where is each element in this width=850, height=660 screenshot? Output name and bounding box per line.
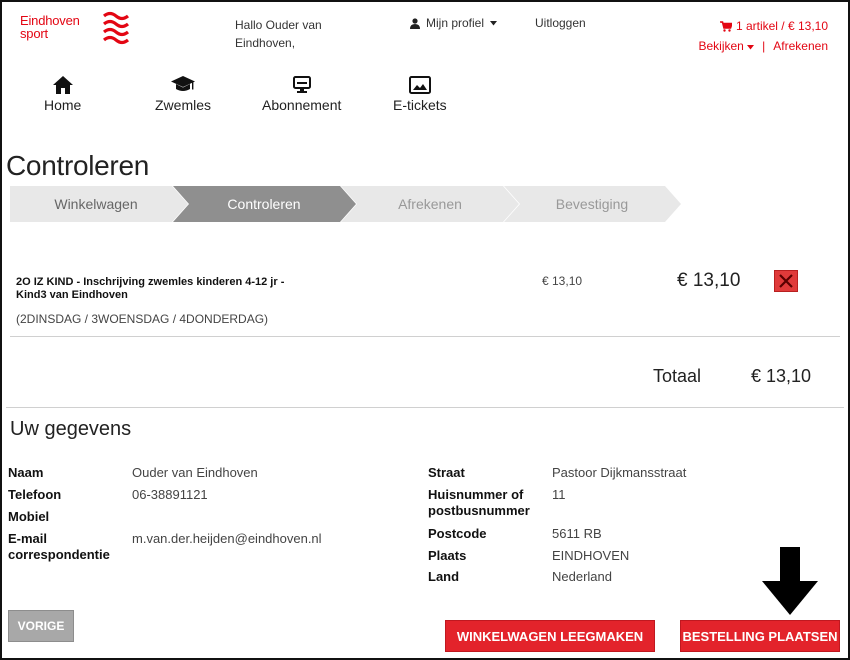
separator: | — [762, 39, 766, 53]
monitor-icon — [292, 76, 311, 93]
telefoon-label: Telefoon — [8, 487, 62, 502]
previous-button[interactable]: VORIGE — [8, 610, 74, 642]
item-unit-price: € 13,10 — [542, 274, 583, 288]
huisnummer-label: Huisnummer of postbusnummer — [428, 487, 530, 518]
total-label: Totaal — [653, 366, 702, 386]
cart-view-link[interactable]: Bekijken — [698, 36, 755, 56]
image-icon — [408, 76, 431, 94]
land-value: Nederland — [552, 569, 612, 584]
item-line-total: € 13,10 — [677, 270, 741, 291]
page-title: Controleren — [6, 150, 150, 181]
nav-abonnement[interactable]: Abonnement — [262, 76, 341, 113]
step-controleren: Controleren — [227, 196, 301, 212]
total-value: € 13,10 — [751, 366, 812, 386]
details-title: Uw gegevens — [10, 418, 132, 440]
straat-label: Straat — [428, 465, 465, 480]
telefoon-value: 06-38891121 — [132, 487, 208, 502]
nav-zwemles[interactable]: Zwemles — [155, 76, 211, 113]
naam-value: Ouder van Eindhoven — [132, 465, 258, 480]
place-order-button[interactable]: BESTELLING PLAATSEN — [680, 620, 840, 652]
item-title: 2O IZ KIND - Inschrijving zwemles kinder… — [16, 276, 285, 301]
nav-home[interactable]: Home — [44, 76, 81, 113]
greeting-text: Hallo Ouder van Eindhoven, — [235, 18, 322, 50]
cart-checkout-link[interactable]: Afrekenen — [773, 36, 828, 56]
nav-etickets-label: E-tickets — [393, 97, 447, 113]
cart-widget: 1 artikel / € 13,10 Bekijken | Afrekenen — [698, 16, 828, 56]
brand-wave-icon — [103, 11, 129, 45]
user-icon — [410, 17, 420, 29]
logout-link[interactable]: Uitloggen — [535, 16, 586, 30]
arrow-down-icon — [762, 547, 818, 615]
postcode-label: Postcode — [428, 526, 487, 541]
step-bevestiging: Bevestiging — [555, 196, 629, 212]
postcode-value: 5611 RB — [552, 526, 602, 541]
mobiel-label: Mobiel — [8, 509, 50, 524]
profile-menu[interactable]: Mijn profiel — [410, 16, 498, 30]
item-subtitle: (2DINSDAG / 3WOENSDAG / 4DONDERDAG) — [16, 312, 269, 326]
cart-icon — [719, 20, 732, 32]
cart-summary[interactable]: 1 artikel / € 13,10 — [736, 16, 828, 36]
divider — [6, 407, 844, 408]
straat-value: Pastoor Dijkmansstraat — [552, 465, 687, 480]
nav-home-label: Home — [44, 97, 82, 113]
brand-logo[interactable]: Eindhoven sport — [20, 14, 80, 40]
nav-abonnement-label: Abonnement — [262, 97, 342, 113]
remove-item-button[interactable] — [774, 270, 798, 292]
divider — [10, 336, 840, 337]
email-label: E-mail correspondentie — [8, 531, 110, 562]
graduation-cap-icon — [171, 76, 195, 91]
home-icon — [52, 76, 73, 94]
caret-down-icon — [747, 45, 755, 50]
close-icon — [779, 274, 793, 288]
step-afrekenen: Afrekenen — [398, 196, 462, 212]
plaats-label: Plaats — [428, 548, 467, 563]
checkout-steps: Winkelwagen Controleren Afrekenen Bevest… — [10, 186, 690, 222]
nav-zwemles-label: Zwemles — [155, 97, 212, 113]
nav-etickets[interactable]: E-tickets — [393, 76, 447, 113]
plaats-value: EINDHOVEN — [552, 548, 630, 563]
clear-cart-button[interactable]: WINKELWAGEN LEEGMAKEN — [445, 620, 655, 652]
email-value: m.van.der.heijden@eindhoven.nl — [132, 531, 322, 546]
huisnummer-value: 11 — [552, 487, 566, 502]
step-winkelwagen[interactable]: Winkelwagen — [10, 186, 182, 222]
land-label: Land — [428, 569, 460, 584]
profile-label: Mijn profiel — [426, 16, 485, 30]
caret-down-icon — [490, 20, 498, 25]
naam-label: Naam — [8, 465, 44, 480]
cart-view-label: Bekijken — [698, 39, 744, 53]
brand-name-line2: sport — [20, 26, 48, 41]
